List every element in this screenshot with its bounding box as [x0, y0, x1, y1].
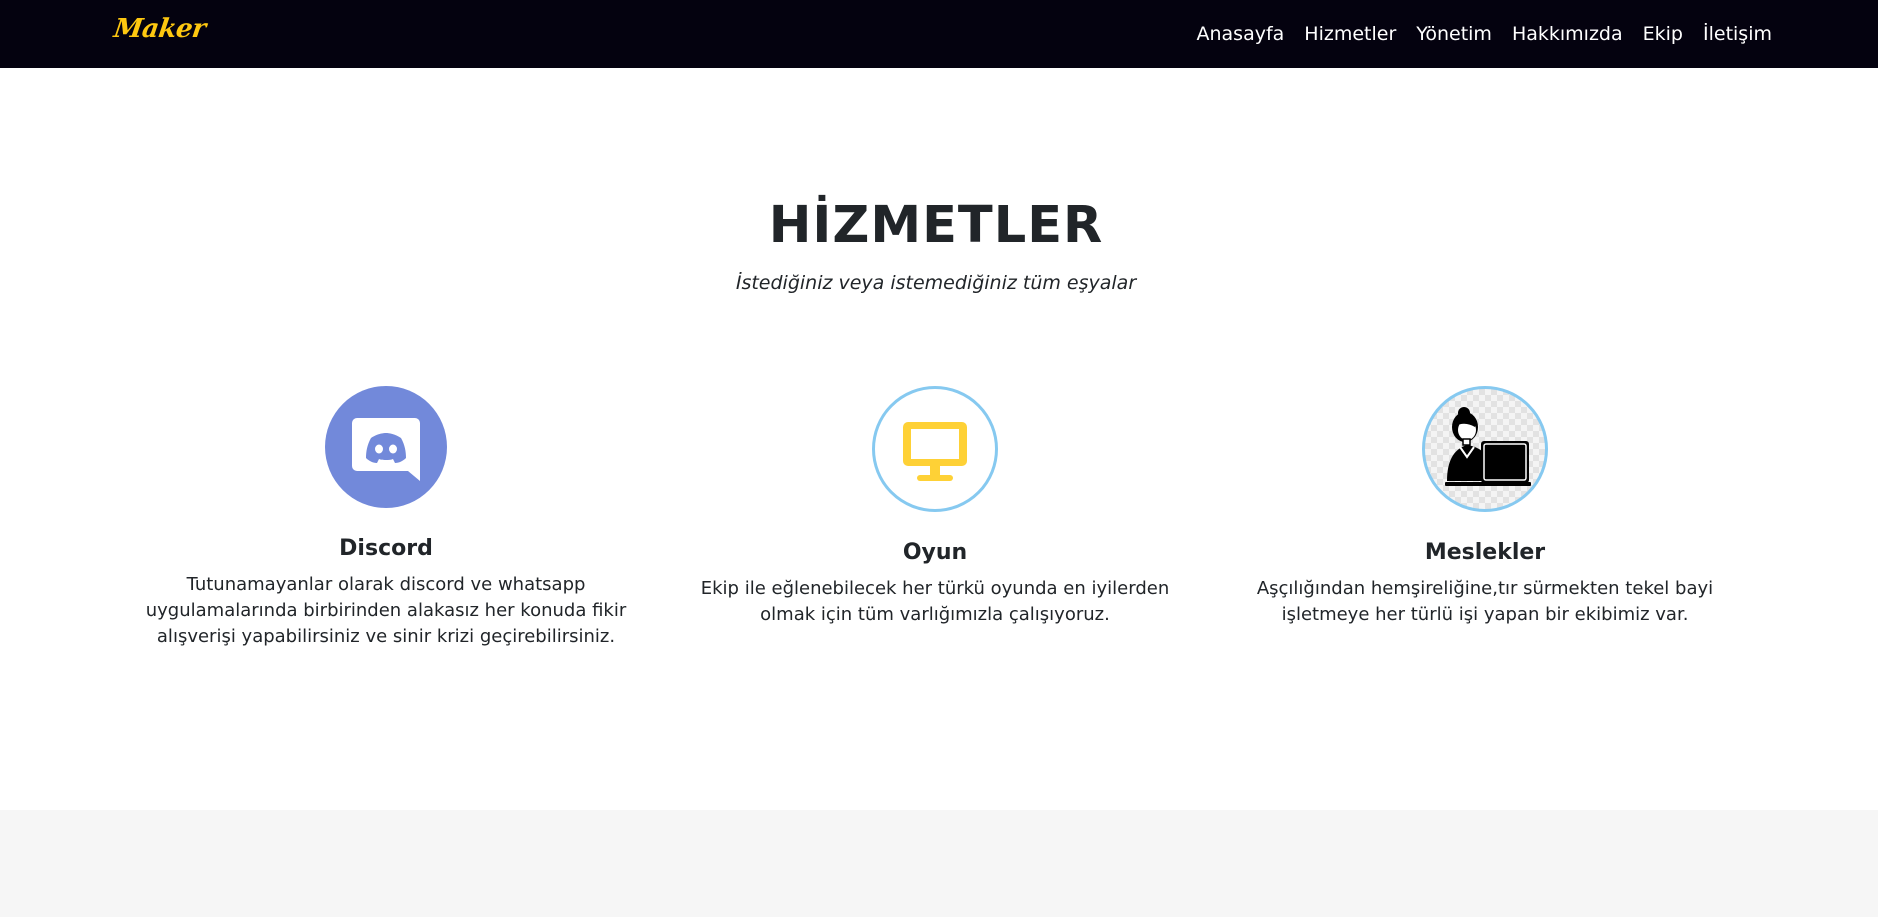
nav-link-ekip[interactable]: Ekip [1643, 23, 1683, 45]
brand-logo[interactable]: Maker [112, 14, 208, 44]
section-heading: HİZMETLER [768, 196, 1104, 255]
navbar: Maker Anasayfa Hizmetler Yönetim Hakkımı… [0, 0, 1878, 68]
nav-link-iletisim[interactable]: İletişim [1703, 23, 1772, 45]
nav-link-hakkimizda[interactable]: Hakkımızda [1512, 23, 1623, 45]
service-description: Aşçılığından hemşireliğine,tır sürmekten… [1256, 578, 1714, 625]
service-discord: Discord Tutunamayanlar olarak discord ve… [126, 386, 646, 650]
service-description: Ekip ile eğlenebilecek her türkü oyunda … [700, 578, 1170, 625]
nav-links: Anasayfa Hizmetler Yönetim Hakkımızda Ek… [1176, 0, 1772, 68]
service-description: Tutunamayanlar olarak discord ve whatsap… [145, 574, 627, 647]
person-laptop-icon [1422, 386, 1548, 512]
section-subheading: İstediğiniz veya istemediğiniz tüm eşyal… [735, 272, 1137, 294]
service-title: Oyun [902, 540, 968, 565]
nav-link-hizmetler[interactable]: Hizmetler [1304, 23, 1396, 45]
service-title: Discord [339, 536, 433, 561]
discord-icon [325, 386, 447, 508]
nav-link-yonetim[interactable]: Yönetim [1416, 23, 1492, 45]
service-title: Meslekler [1424, 540, 1546, 565]
nav-link-anasayfa[interactable]: Anasayfa [1196, 23, 1284, 45]
monitor-icon [872, 386, 998, 512]
service-meslekler: Meslekler Aşçılığından hemşireliğine,tır… [1225, 386, 1745, 628]
service-oyun: Oyun Ekip ile eğlenebilecek her türkü oy… [675, 386, 1195, 628]
next-section-background [0, 810, 1878, 917]
